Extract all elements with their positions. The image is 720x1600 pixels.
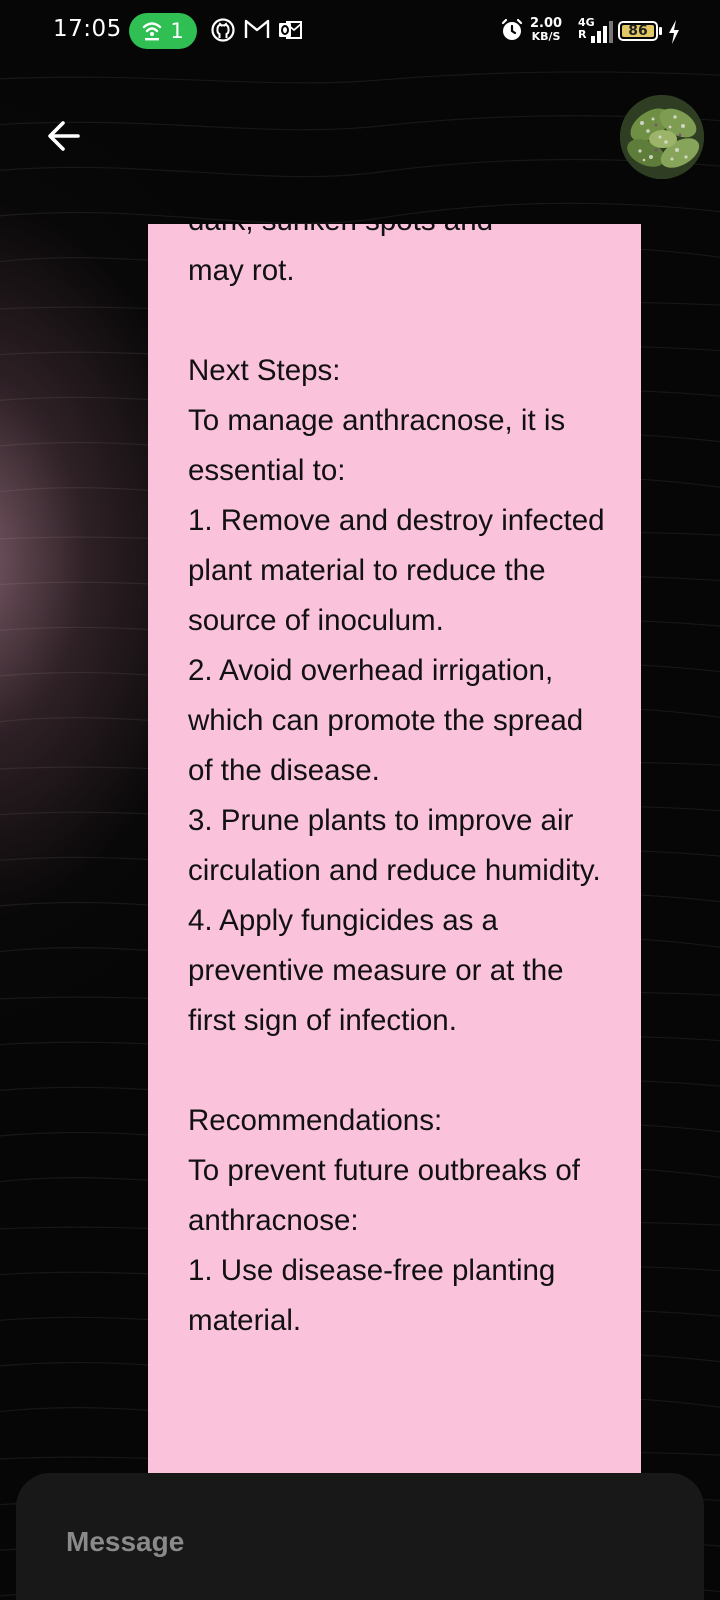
avatar[interactable]: [620, 95, 704, 179]
outlook-icon: [279, 21, 302, 39]
battery-level: 86: [622, 23, 654, 39]
plant-leaf-avatar-icon: [620, 95, 704, 179]
github-icon: [211, 18, 235, 42]
back-button[interactable]: [40, 112, 88, 160]
net-speed-unit: KB/S: [531, 30, 561, 43]
charging-icon: [669, 20, 679, 44]
arrow-left-icon: [48, 121, 80, 151]
hotspot-icon: [143, 22, 162, 41]
message-bubble[interactable]: dark, sunken spots and may rot. Next Ste…: [148, 224, 641, 1474]
wave-line: [0, 202, 720, 225]
alarm-icon: [501, 18, 523, 40]
hotspot-count: 1: [170, 19, 184, 43]
wave-line: [0, 158, 720, 178]
network-speed: 2.00 KB/S: [530, 17, 562, 43]
battery-icon: 86: [618, 21, 658, 41]
message-composer: [16, 1473, 704, 1600]
signal-icon: [591, 21, 613, 43]
chat-screen: 17:05 1 2.00 KB/S 4G R 86 may rot. Next …: [0, 0, 720, 1600]
hotspot-pill[interactable]: 1: [129, 13, 197, 49]
message-text: dark, sunken spots and may rot. Next Ste…: [188, 224, 608, 1346]
gmail-icon: [244, 19, 270, 38]
message-partial-line: dark, sunken spots and: [188, 224, 493, 237]
battery-cap: [659, 27, 662, 35]
wave-line: [0, 71, 720, 84]
status-bar: 17:05 1 2.00 KB/S 4G R 86: [0, 0, 720, 64]
wave-line: [0, 115, 720, 131]
net-speed-value: 2.00: [530, 16, 563, 31]
message-input[interactable]: [64, 1516, 628, 1568]
message-body: may rot. Next Steps: To manage anthracno…: [188, 254, 605, 1337]
status-time: 17:05: [53, 16, 122, 42]
